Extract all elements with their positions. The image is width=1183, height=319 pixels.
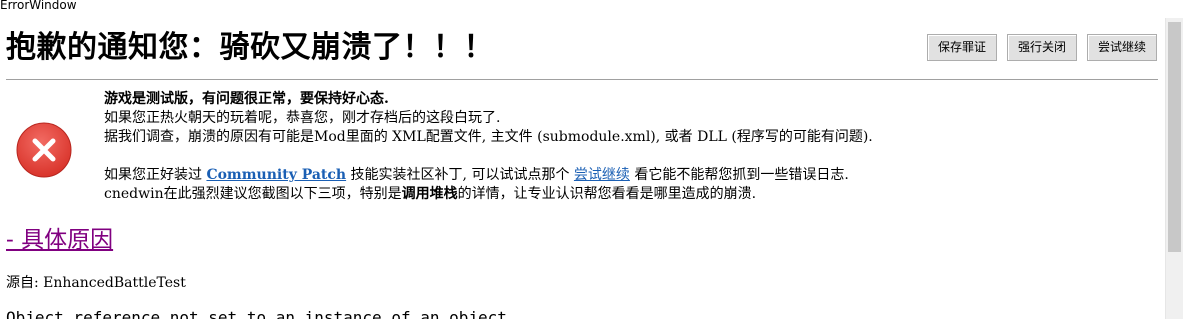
save-evidence-button[interactable]: 保存罪证 [926,34,997,61]
community-patch-link[interactable]: Community Patch [206,167,346,183]
message-line-4: 如果您正好装过 Community Patch 技能实装社区补丁, 可以试试点那… [104,166,1144,185]
error-message: 游戏是测试版，有问题很正常，要保持好心态. 如果您正热火朝天的玩着呢，恭喜您，刚… [104,90,1144,204]
scrollbar-thumb[interactable] [1168,22,1181,252]
message-line-4-pre: 如果您正好装过 [104,167,207,183]
page-title: 抱歉的通知您：骑砍又崩溃了！！！ [6,30,494,65]
header-divider [6,79,1158,80]
error-icon [16,122,72,178]
specific-reason-toggle-link[interactable]: - 具体原因 [6,225,113,255]
message-line-4-post: 看它能不能帮您抓到一些错误日志. [629,167,849,183]
message-spacer [104,147,1144,166]
force-close-button[interactable]: 强行关闭 [1006,34,1077,61]
error-source: 源自: EnhancedBattleTest [6,275,186,291]
window-title: ErrorWindow [0,0,77,12]
message-line-3: 据我们调查，崩溃的原因有可能是Mod里面的 XML配置文件, 主文件 (subm… [104,129,873,145]
vertical-scrollbar[interactable] [1165,18,1183,319]
message-line-5-post: 的详情，让专业认识帮您看看是哪里造成的崩溃. [457,186,757,202]
message-line-2: 如果您正热火朝天的玩着呢，恭喜您，刚才存档后的这段白玩了. [104,110,501,126]
exception-message: Object reference not set to an instance … [6,308,517,319]
call-stack-emphasis: 调用堆栈 [401,186,458,202]
action-toolbar: 保存罪证 强行关闭 尝试继续 [926,34,1157,61]
message-line-1: 游戏是测试版，有问题很正常，要保持好心态. [104,91,389,107]
try-continue-button[interactable]: 尝试继续 [1086,34,1157,61]
message-line-4-mid: 技能实装社区补丁, 可以试试点那个 [346,167,574,183]
try-continue-link[interactable]: 尝试继续 [574,167,630,183]
message-line-5-pre: cnedwin在此强烈建议您截图以下三项，特别是 [104,186,402,202]
message-line-5: cnedwin在此强烈建议您截图以下三项，特别是调用堆栈的详情，让专业认识帮您看… [104,185,1144,204]
